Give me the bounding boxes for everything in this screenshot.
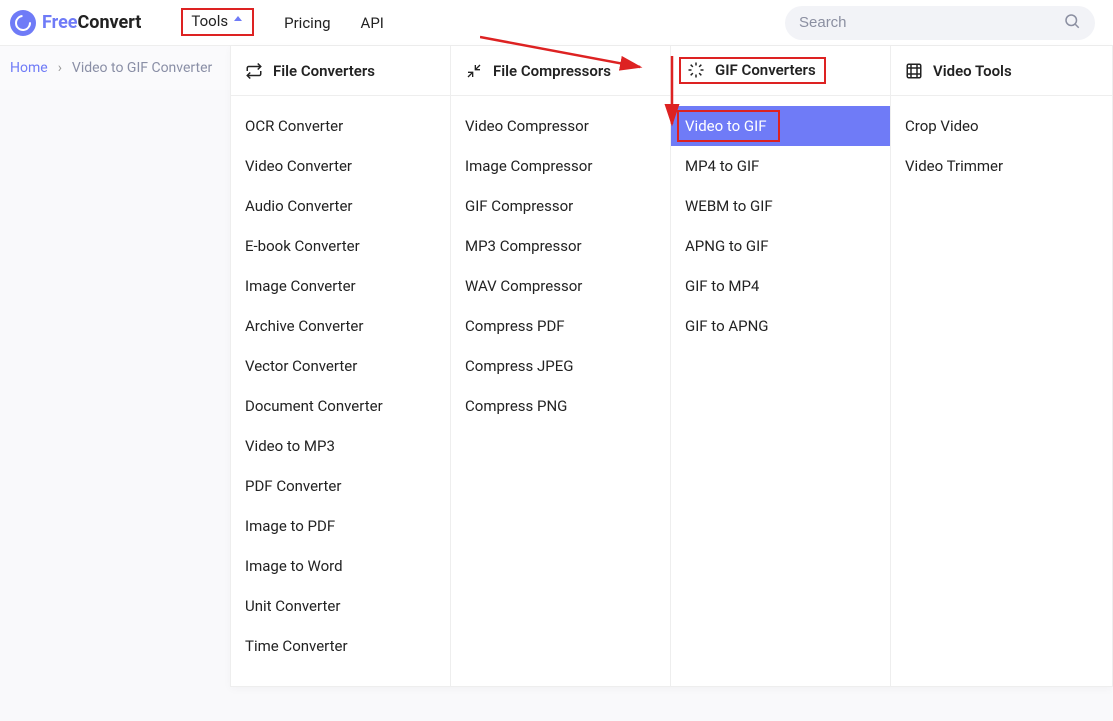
nav-api[interactable]: API [361, 14, 384, 32]
mega-item[interactable]: Archive Converter [231, 306, 450, 346]
loading-icon [687, 61, 705, 79]
convert-icon [245, 62, 263, 80]
topbar: FreeConvert Tools Pricing API [0, 0, 1113, 46]
mega-item[interactable]: PDF Converter [231, 466, 450, 506]
tools-mega-menu: File Converters OCR ConverterVideo Conve… [230, 46, 1113, 687]
mega-item[interactable]: Image to PDF [231, 506, 450, 546]
mega-item[interactable]: Vector Converter [231, 346, 450, 386]
mega-item[interactable]: GIF to APNG [671, 306, 890, 346]
logo[interactable]: FreeConvert [10, 10, 141, 36]
mega-col-gif-converters: GIF Converters Video to GIFMP4 to GIFWEB… [671, 46, 891, 686]
mega-head-file-converters[interactable]: File Converters [231, 46, 450, 96]
logo-icon [10, 10, 36, 36]
mega-item[interactable]: Video to MP3 [231, 426, 450, 466]
mega-item[interactable]: Document Converter [231, 386, 450, 426]
mega-item[interactable]: GIF to MP4 [671, 266, 890, 306]
mega-item[interactable]: WEBM to GIF [671, 186, 890, 226]
compress-icon [465, 62, 483, 80]
mega-item[interactable]: WAV Compressor [451, 266, 670, 306]
mega-item[interactable]: APNG to GIF [671, 226, 890, 266]
film-icon [905, 62, 923, 80]
mega-item[interactable]: Unit Converter [231, 586, 450, 626]
mega-col-file-converters: File Converters OCR ConverterVideo Conve… [231, 46, 451, 686]
mega-item[interactable]: Video Trimmer [891, 146, 1112, 186]
annotation-box [677, 110, 780, 142]
mega-item[interactable]: Compress PNG [451, 386, 670, 426]
mega-item[interactable]: E-book Converter [231, 226, 450, 266]
mega-item[interactable]: Video Converter [231, 146, 450, 186]
search-input[interactable] [799, 14, 1063, 31]
search-box[interactable] [785, 6, 1095, 40]
nav-tools[interactable]: Tools [181, 8, 254, 36]
mega-item[interactable]: Video to GIF [671, 106, 890, 146]
nav: Tools Pricing API [181, 9, 383, 37]
mega-head-gif-converters[interactable]: GIF Converters [671, 46, 890, 96]
mega-item[interactable]: OCR Converter [231, 106, 450, 146]
search-icon[interactable] [1063, 12, 1081, 34]
mega-item[interactable]: MP4 to GIF [671, 146, 890, 186]
mega-head-file-compressors[interactable]: File Compressors [451, 46, 670, 96]
mega-item[interactable]: Image Converter [231, 266, 450, 306]
mega-item[interactable]: Video Compressor [451, 106, 670, 146]
mega-item[interactable]: GIF Compressor [451, 186, 670, 226]
mega-item[interactable]: Image to Word [231, 546, 450, 586]
nav-pricing[interactable]: Pricing [284, 14, 330, 32]
breadcrumb-home[interactable]: Home [10, 60, 48, 76]
breadcrumb-current: Video to GIF Converter [72, 60, 212, 76]
mega-item[interactable]: Audio Converter [231, 186, 450, 226]
chevron-up-icon [234, 16, 242, 21]
logo-text: FreeConvert [42, 12, 141, 33]
mega-col-video-tools: Video Tools Crop VideoVideo Trimmer [891, 46, 1112, 686]
mega-item[interactable]: MP3 Compressor [451, 226, 670, 266]
mega-item[interactable]: Crop Video [891, 106, 1112, 146]
mega-item[interactable]: Time Converter [231, 626, 450, 666]
mega-col-file-compressors: File Compressors Video CompressorImage C… [451, 46, 671, 686]
chevron-right-icon: › [58, 60, 62, 76]
mega-item[interactable]: Compress PDF [451, 306, 670, 346]
mega-item[interactable]: Image Compressor [451, 146, 670, 186]
mega-head-video-tools[interactable]: Video Tools [891, 46, 1112, 96]
mega-item[interactable]: Compress JPEG [451, 346, 670, 386]
